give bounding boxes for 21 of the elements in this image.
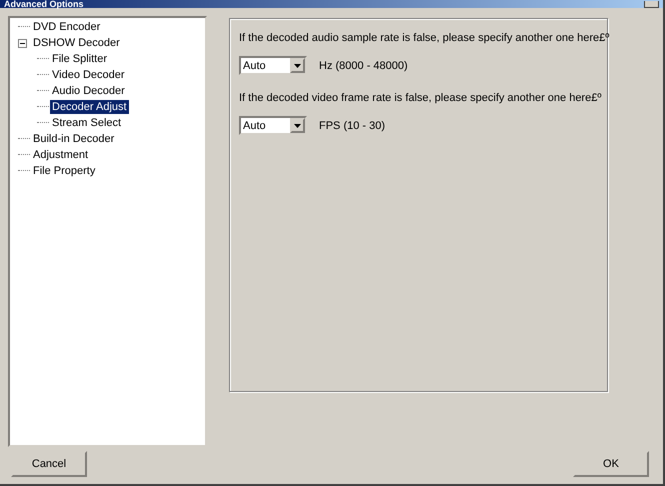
tree-item[interactable]: Adjustment [31,148,90,162]
prompt-text: If the decoded video frame rate is false, please specify another one here£º [239,92,602,106]
dropdown[interactable]: Auto [239,116,307,135]
range-label: FPS (10 - 30) [319,120,386,132]
dropdown[interactable]: Auto [239,56,307,75]
window-title: Advanced Options [4,0,84,8]
tree-item[interactable]: File Splitter [50,52,110,66]
range-label: Hz (8000 - 48000) [319,60,408,72]
tree-item[interactable]: DSHOW Decoder [31,36,122,50]
tree-item[interactable]: Build-in Decoder [31,132,116,146]
ok-button[interactable]: OK [573,451,649,477]
collapse-icon[interactable] [18,38,27,48]
tree-item[interactable]: File Property [31,164,98,178]
tree-item[interactable]: Video Decoder [50,68,127,82]
tree-item[interactable]: Decoder Adjust [50,100,129,114]
tree-item[interactable]: DVD Encoder [31,20,102,34]
prompt-text: If the decoded audio sample rate is false, please specify another one here£º [239,32,607,46]
tree-item[interactable]: Audio Decoder [50,84,127,98]
close-button[interactable] [644,1,659,8]
cancel-button[interactable]: Cancel [11,451,87,477]
tree-item[interactable]: Stream Select [50,116,124,130]
